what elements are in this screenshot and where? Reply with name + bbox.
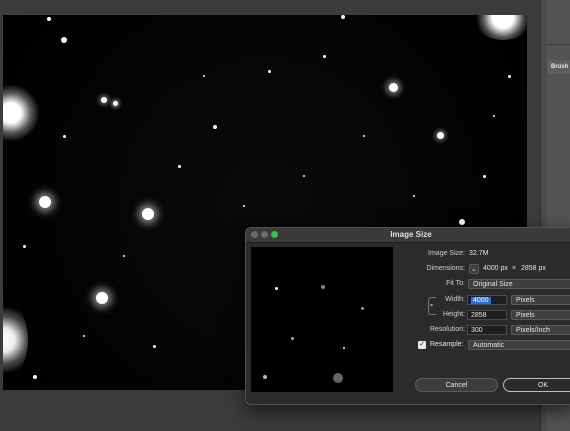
resolution-field[interactable]: 300 bbox=[467, 325, 507, 335]
star bbox=[213, 125, 217, 129]
resolution-unit-dropdown[interactable]: Pixels/Inch bbox=[511, 325, 570, 335]
star bbox=[459, 219, 465, 225]
star bbox=[389, 83, 398, 92]
star bbox=[493, 115, 495, 117]
star bbox=[343, 347, 345, 349]
height-unit-dropdown[interactable]: Pixels bbox=[511, 310, 570, 320]
resample-dropdown[interactable]: Automatic bbox=[468, 340, 570, 350]
star bbox=[178, 165, 181, 168]
star bbox=[333, 373, 343, 383]
dimensions-unit-dropdown[interactable]: ⌄ bbox=[469, 264, 479, 274]
star bbox=[83, 335, 85, 337]
resolution-label: Resolution: bbox=[429, 326, 465, 333]
star bbox=[101, 97, 107, 103]
star bbox=[96, 292, 108, 304]
dimensions-height-value: 2858 px bbox=[521, 265, 546, 272]
star bbox=[243, 205, 245, 207]
star bbox=[437, 132, 444, 139]
star bbox=[61, 37, 67, 43]
star bbox=[142, 208, 154, 220]
image-size-label: Image Size: bbox=[428, 250, 465, 257]
tab-brush[interactable]: Brush bbox=[548, 60, 570, 74]
star bbox=[508, 75, 511, 78]
ok-button[interactable]: OK bbox=[503, 378, 570, 392]
star bbox=[3, 85, 39, 141]
fit-to-dropdown[interactable]: Original Size bbox=[468, 279, 570, 289]
star bbox=[275, 287, 278, 290]
star bbox=[321, 285, 325, 289]
width-label: Width: bbox=[445, 296, 465, 303]
image-size-dialog: Image Size Image Size: 32.7M Dimensions:… bbox=[245, 227, 570, 405]
panel-divider bbox=[546, 44, 570, 45]
star bbox=[113, 101, 118, 106]
star bbox=[483, 175, 486, 178]
star bbox=[3, 300, 28, 380]
dimensions-width-value: 4000 px bbox=[483, 265, 508, 272]
star bbox=[413, 195, 415, 197]
width-field[interactable]: 4000 bbox=[467, 295, 507, 305]
cancel-button[interactable]: Cancel bbox=[415, 378, 498, 392]
resample-label: Resample: bbox=[430, 341, 464, 348]
star bbox=[323, 55, 326, 58]
star bbox=[153, 345, 156, 348]
image-size-value: 32.7M bbox=[469, 250, 489, 257]
star bbox=[123, 255, 125, 257]
star bbox=[39, 196, 51, 208]
star bbox=[33, 375, 37, 379]
star bbox=[361, 307, 364, 310]
star bbox=[63, 135, 66, 138]
width-unit-dropdown[interactable]: Pixels bbox=[511, 295, 570, 305]
star bbox=[473, 15, 527, 40]
dimensions-label: Dimensions: bbox=[426, 265, 465, 272]
star bbox=[268, 70, 271, 73]
resample-checkbox[interactable]: ✓ bbox=[418, 341, 426, 349]
dialog-title: Image Size bbox=[390, 230, 432, 239]
star bbox=[47, 17, 51, 21]
dialog-titlebar: Image Size bbox=[246, 228, 570, 243]
star bbox=[341, 15, 345, 19]
height-field[interactable]: 2858 bbox=[467, 310, 507, 320]
height-label: Height: bbox=[442, 311, 465, 318]
star bbox=[291, 337, 294, 340]
fit-to-label: Fit To: bbox=[446, 280, 465, 287]
star bbox=[263, 375, 267, 379]
star bbox=[303, 175, 305, 177]
star bbox=[23, 245, 26, 248]
image-preview[interactable] bbox=[251, 247, 393, 392]
dimensions-times-symbol: × bbox=[512, 265, 517, 272]
star bbox=[363, 135, 365, 137]
star bbox=[203, 75, 205, 77]
width-value: 4000 bbox=[471, 297, 491, 304]
